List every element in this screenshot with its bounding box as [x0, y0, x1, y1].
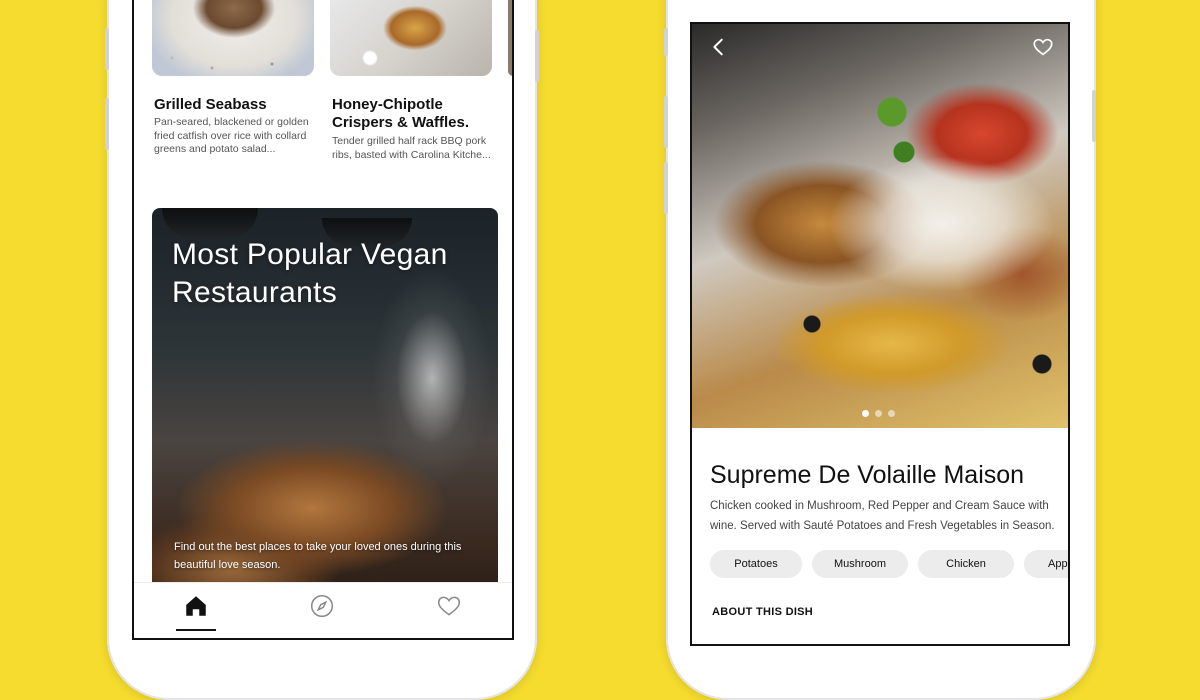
left-phone-side-button — [105, 28, 109, 70]
tag-chip[interactable]: Potatoes — [710, 550, 802, 578]
dish-description: Chicken cooked in Mushroom, Red Pepper a… — [710, 500, 1055, 532]
right-phone-side-button — [1092, 90, 1096, 142]
section-heading-about: ABOUT THIS DISH — [712, 606, 814, 618]
pendant-lamp — [162, 208, 258, 238]
dish-image-partial[interactable] — [508, 0, 512, 76]
dish-hero-image[interactable] — [692, 24, 1068, 428]
left-phone-side-button — [105, 98, 109, 150]
bottom-tab-bar — [134, 582, 512, 638]
right-phone-side-button — [664, 162, 668, 214]
carousel-dot[interactable] — [888, 410, 895, 417]
tag-chip[interactable]: Chicken — [918, 550, 1014, 578]
tab-explore[interactable] — [309, 593, 335, 619]
active-tab-indicator — [176, 629, 216, 631]
feature-card-vegan-restaurants[interactable]: Most Popular Vegan Restaurants Find out … — [152, 208, 498, 598]
tag-chip[interactable]: Mushroom — [812, 550, 908, 578]
dish-image-honey-chipotle[interactable] — [330, 0, 492, 76]
right-phone-side-button — [664, 28, 668, 56]
carousel-pagination[interactable] — [862, 402, 901, 417]
dish-image-grilled-seabass[interactable] — [152, 0, 314, 76]
home-icon — [186, 596, 206, 616]
carousel-dot[interactable] — [875, 410, 882, 417]
feature-card-title: Most Popular Vegan Restaurants — [172, 238, 448, 309]
dish-detail-screen: Supreme De Volaille Maison Chicken cooke… — [690, 22, 1070, 646]
tag-chip[interactable]: Apples — [1024, 550, 1068, 578]
dish-title: Supreme De Volaille Maison — [710, 461, 1025, 489]
carousel-dot-active[interactable] — [862, 410, 869, 417]
dish-card-title[interactable]: Honey-Chipotle Crispers & Waffles. — [332, 96, 500, 132]
tab-favorites[interactable] — [436, 593, 462, 619]
favorite-button[interactable] — [1032, 36, 1054, 58]
dish-card-description: Tender grilled half rack BBQ pork ribs, … — [332, 135, 491, 161]
dish-card-description: Pan-seared, blackened or golden fried ca… — [154, 116, 309, 155]
home-screen: Grilled Seabass Pan-seared, blackened or… — [132, 0, 514, 640]
tab-home[interactable] — [183, 593, 209, 619]
right-phone-side-button — [664, 96, 668, 148]
chevron-left-icon — [713, 38, 723, 56]
heart-icon — [437, 596, 461, 616]
feature-card-subtitle: Find out the best places to take your lo… — [174, 541, 462, 571]
dish-card-title[interactable]: Grilled Seabass — [154, 96, 314, 114]
compass-icon — [310, 594, 334, 618]
left-phone-side-button — [535, 30, 539, 82]
heart-icon — [1033, 38, 1053, 56]
back-button[interactable] — [708, 36, 730, 58]
